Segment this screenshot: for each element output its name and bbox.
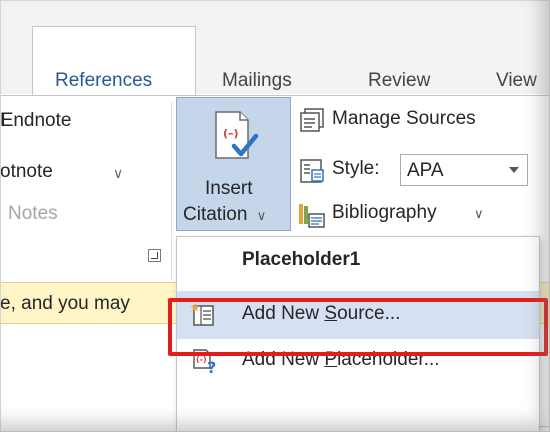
add-new-placeholder-label-start: Add New [242,349,325,370]
add-new-placeholder-label-end: laceholder... [337,349,440,370]
chevron-down-icon: ∨ [256,208,267,223]
ribbon-tab-strip: References Mailings Review View [0,0,550,96]
manage-sources-button[interactable]: Manage Sources [298,106,528,136]
style-label-group: Style: [298,156,398,186]
message-bar-text: e, and you may [0,293,130,314]
add-new-placeholder-label: Add New Placeholder... [242,349,440,371]
add-new-source-icon [191,303,214,326]
insert-citation-icon: (–) [215,111,259,159]
insert-citation-label-top: Insert [205,178,253,199]
tab-references[interactable]: References [32,26,196,96]
svg-text:?: ? [207,358,216,374]
svg-text:(–): (–) [223,127,239,140]
chevron-down-icon[interactable]: ∨ [113,165,123,182]
add-new-placeholder-accelerator: P [324,349,338,370]
dropdown-arrow-icon [509,167,519,173]
add-new-source-label-end: ource... [337,303,401,324]
add-new-placeholder-icon: (-) ? [193,349,216,374]
insert-endnote-label: Endnote [0,110,72,131]
show-footnote-label: otnote [0,161,53,182]
tab-view[interactable]: View [496,70,537,92]
add-new-source-label: Add New Source... [242,303,400,325]
footnotes-dialog-launcher-icon[interactable] [148,249,161,262]
svg-text:(-): (-) [196,355,207,364]
menu-item-add-new-source[interactable]: Add New Source... [177,291,539,339]
bibliography-label: Bibliography [332,202,437,223]
style-label: Style: [332,158,380,179]
style-icon [300,159,324,183]
insert-citation-button[interactable]: (–) Insert Citation ∨ [176,97,291,231]
placeholder1-label: Placeholder1 [242,249,361,270]
show-footnote-button[interactable]: otnote [0,161,53,183]
bibliography-icon [299,204,325,228]
insert-citation-label-bottom: Citation [183,204,248,225]
group-divider [171,102,172,280]
word-window: References Mailings Review View EEndnote… [0,0,550,432]
menu-item-add-new-placeholder[interactable]: (-) ? Add New Placeholder... [177,337,539,383]
citation-style-select[interactable]: APA [400,154,528,186]
citation-style-value: APA [407,160,444,181]
manage-sources-label: Manage Sources [332,108,476,129]
chevron-down-icon: ∨ [474,206,484,221]
bibliography-button[interactable]: Bibliography ∨ [298,200,528,230]
insert-citation-menu: Placeholder1 Add New Source... (-) ? Add… [176,236,540,432]
manage-sources-icon [300,108,324,132]
tab-review[interactable]: Review [368,70,430,92]
footnotes-group-label: Notes [8,203,58,224]
add-new-source-accelerator: S [324,303,338,324]
tab-references-label: References [55,70,153,91]
tab-mailings[interactable]: Mailings [222,70,292,92]
add-new-source-label-start: Add New [242,303,325,324]
insert-citation-dropdown[interactable]: Citation ∨ [183,204,266,226]
insert-endnote-button[interactable]: EEndnote [0,110,71,132]
menu-item-placeholder1[interactable]: Placeholder1 [177,237,539,285]
